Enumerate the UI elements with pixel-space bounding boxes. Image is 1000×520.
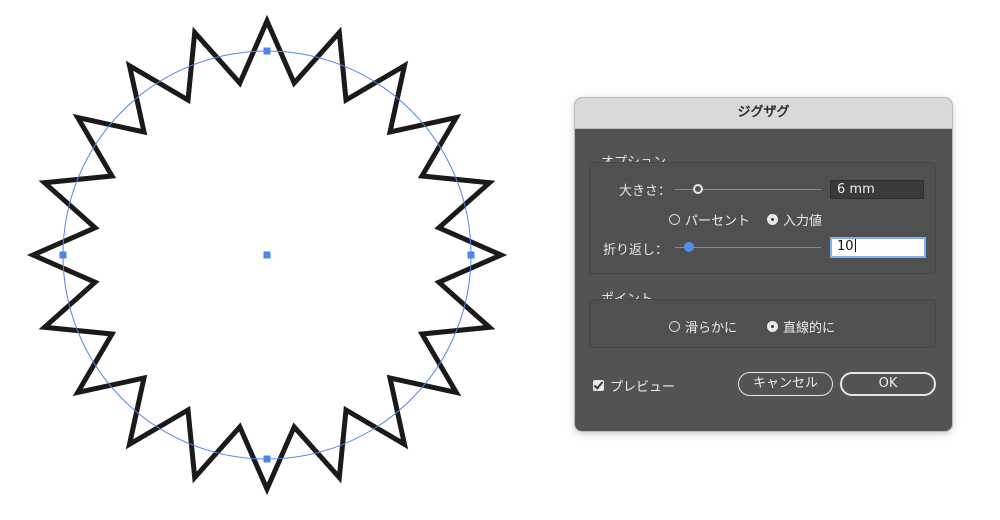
size-mode-percent-radio[interactable]: パーセント (669, 210, 750, 229)
radio-circle (669, 321, 680, 332)
points-smooth-label: 滑らかに (685, 321, 738, 336)
anchor-point-left[interactable] (59, 251, 67, 259)
artwork-canvas (26, 14, 508, 496)
canvas: ジグザグ オプション 大きさ： 6 mm パーセント 入力値 折り返し： 10 … (0, 0, 1000, 520)
radio-circle (669, 214, 680, 225)
center-point (263, 251, 271, 259)
zigzag-dialog: ジグザグ オプション 大きさ： 6 mm パーセント 入力値 折り返し： 10 … (575, 98, 952, 431)
size-mode-percent-label: パーセント (685, 214, 751, 229)
size-slider-knob[interactable] (693, 184, 703, 194)
points-corner-radio[interactable]: 直線的に (767, 317, 835, 336)
ridges-slider-track[interactable] (675, 247, 821, 248)
points-group (589, 299, 936, 348)
ridges-label: 折り返し： (603, 243, 669, 258)
preview-checkbox[interactable]: プレビュー (593, 376, 675, 395)
checkbox-checked-icon (593, 380, 604, 391)
dialog-title: ジグザグ (575, 98, 952, 129)
size-input[interactable]: 6 mm (830, 180, 924, 199)
size-label: 大きさ： (619, 184, 672, 199)
anchor-point-top[interactable] (263, 47, 271, 55)
anchor-point-right[interactable] (467, 251, 475, 259)
anchor-point-bottom[interactable] (263, 455, 271, 463)
preview-label: プレビュー (610, 380, 676, 395)
ridges-input-value: 10 (837, 239, 854, 254)
text-caret (854, 239, 856, 252)
ok-button[interactable]: OK (840, 372, 936, 396)
cancel-button[interactable]: キャンセル (738, 372, 833, 396)
size-mode-absolute-label: 入力値 (783, 214, 823, 229)
ridges-slider-knob[interactable] (684, 242, 694, 252)
points-corner-label: 直線的に (783, 321, 836, 336)
size-mode-absolute-radio[interactable]: 入力値 (767, 210, 822, 229)
points-smooth-radio[interactable]: 滑らかに (669, 317, 737, 336)
radio-circle-selected (767, 321, 778, 332)
ridges-input[interactable]: 10 (830, 237, 926, 258)
radio-circle-selected (767, 214, 778, 225)
